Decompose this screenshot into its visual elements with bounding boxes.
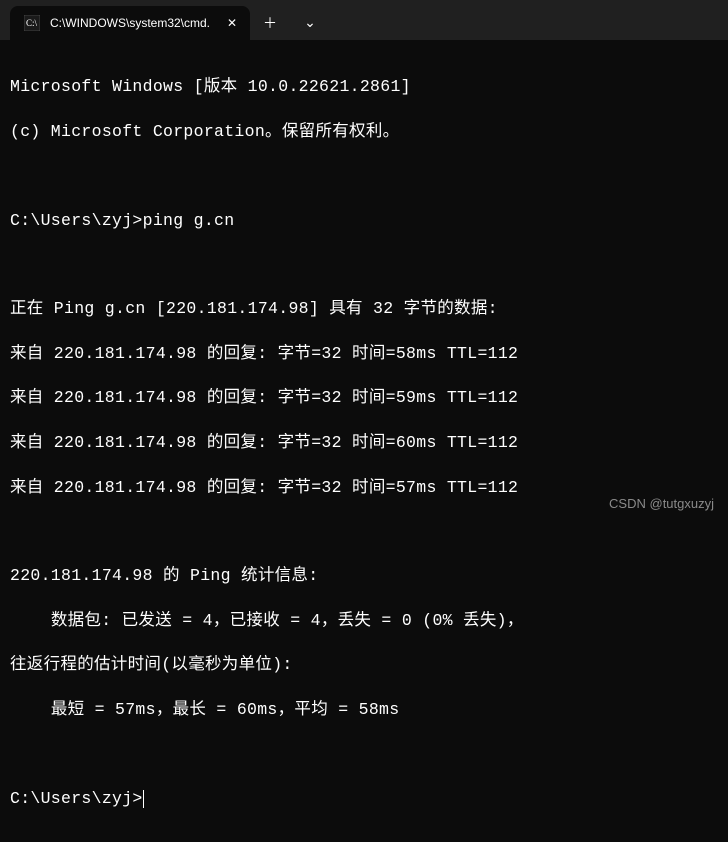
rtt-header-line: 往返行程的估计时间(以毫秒为单位): (10, 654, 718, 676)
terminal-output[interactable]: Microsoft Windows [版本 10.0.22621.2861] (… (0, 40, 728, 842)
rtt-values-line: 最短 = 57ms，最长 = 60ms，平均 = 58ms (10, 699, 718, 721)
prompt-command-line: C:\Users\zyj>ping g.cn (10, 210, 718, 232)
new-tab-button[interactable]: ＋ (250, 6, 290, 40)
copyright-line: (c) Microsoft Corporation。保留所有权利。 (10, 121, 718, 143)
watermark: CSDN @tutgxuzyj (609, 496, 714, 511)
cmd-icon: C:\ (24, 15, 40, 31)
ping-reply-line: 来自 220.181.174.98 的回复: 字节=32 时间=58ms TTL… (10, 343, 718, 365)
ping-reply-line: 来自 220.181.174.98 的回复: 字节=32 时间=59ms TTL… (10, 387, 718, 409)
ping-header-line: 正在 Ping g.cn [220.181.174.98] 具有 32 字节的数… (10, 298, 718, 320)
prompt-text: C:\Users\zyj> (10, 789, 143, 808)
blank-line (10, 521, 718, 543)
stats-header-line: 220.181.174.98 的 Ping 统计信息: (10, 565, 718, 587)
tab-dropdown-button[interactable]: ⌄ (290, 6, 330, 40)
ping-reply-line: 来自 220.181.174.98 的回复: 字节=32 时间=60ms TTL… (10, 432, 718, 454)
tab-active[interactable]: C:\ C:\WINDOWS\system32\cmd. ✕ (10, 6, 250, 40)
packets-line: 数据包: 已发送 = 4，已接收 = 4，丢失 = 0 (0% 丢失)， (10, 610, 718, 632)
tab-actions: ＋ ⌄ (250, 6, 330, 40)
svg-text:C:\: C:\ (26, 18, 38, 28)
tab-title: C:\WINDOWS\system32\cmd. (50, 16, 214, 30)
cursor (143, 790, 144, 808)
blank-line (10, 165, 718, 187)
blank-line (10, 743, 718, 765)
blank-line (10, 254, 718, 276)
version-line: Microsoft Windows [版本 10.0.22621.2861] (10, 76, 718, 98)
prompt-line: C:\Users\zyj> (10, 788, 718, 810)
window-titlebar: C:\ C:\WINDOWS\system32\cmd. ✕ ＋ ⌄ (0, 0, 728, 40)
tab-close-button[interactable]: ✕ (224, 15, 240, 31)
